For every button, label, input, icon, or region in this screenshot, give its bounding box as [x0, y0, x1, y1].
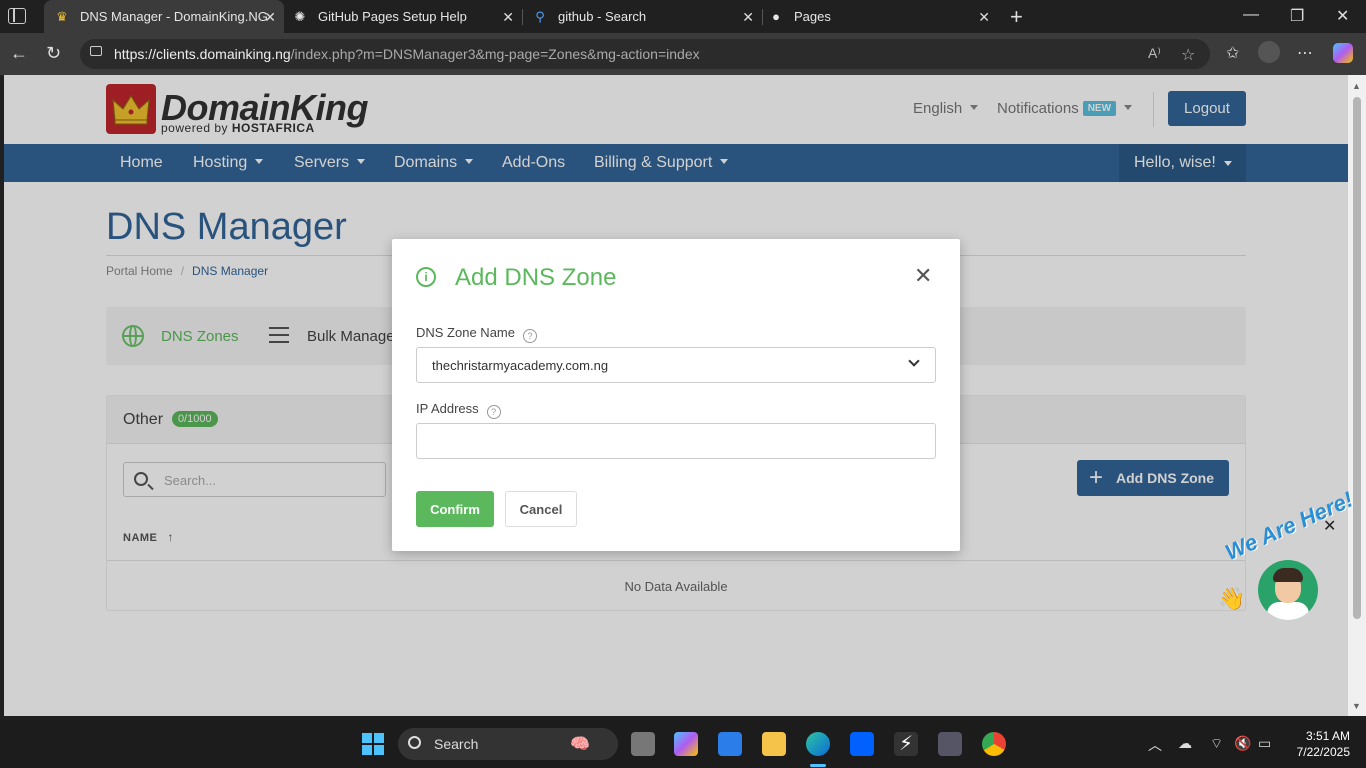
confirm-button[interactable]: Confirm [416, 491, 494, 527]
scroll-thumb[interactable] [1353, 97, 1361, 619]
new-tab-icon[interactable]: + [1010, 4, 1023, 30]
volume-icon[interactable]: 🔇 [1234, 735, 1251, 752]
github-icon: ● [772, 9, 780, 24]
favorite-star-icon[interactable]: ☆ [1181, 45, 1195, 65]
tab-title: Pages [794, 9, 831, 24]
taskbar-search[interactable]: Search 🧠 [398, 728, 618, 760]
zone-name-select[interactable]: thechristarmyacademy.com.ng [416, 347, 936, 383]
search-icon: ⚲ [535, 8, 545, 24]
page-scrollbar[interactable]: ▲ ▼ [1348, 75, 1366, 716]
more-menu-icon[interactable]: ⋯ [1297, 43, 1313, 63]
battery-icon[interactable]: ▭ [1258, 735, 1271, 752]
profile-avatar[interactable] [1258, 41, 1280, 63]
dropbox-icon[interactable] [850, 732, 874, 756]
window-close-icon[interactable]: ✕ [1336, 6, 1349, 26]
help-icon[interactable]: ? [486, 405, 501, 419]
system-clock[interactable]: 3:51 AM 7/22/2025 [1290, 728, 1350, 760]
close-tab-icon[interactable]: ✕ [502, 9, 514, 26]
url-text: https://clients.domainking.ng/index.php?… [114, 46, 700, 62]
chevron-down-icon [908, 355, 920, 367]
store-icon[interactable] [718, 732, 742, 756]
chrome-icon[interactable] [982, 732, 1006, 756]
add-dns-zone-modal: i Add DNS Zone ✕ DNS Zone Name? thechris… [392, 239, 960, 551]
edge-icon[interactable] [806, 732, 830, 756]
tray-chevron-icon[interactable]: ︿ [1148, 735, 1162, 755]
task-view-icon[interactable] [631, 732, 655, 756]
address-toolbar: ← ↻ https://clients.domainking.ng/index.… [0, 33, 1366, 75]
lock-icon [90, 46, 102, 56]
waving-hand-icon: 👋 [1218, 586, 1246, 611]
favorites-icon[interactable]: ✩ [1226, 43, 1239, 63]
snipping-tool-icon[interactable] [938, 732, 962, 756]
wifi-icon[interactable]: ⌔ [1210, 735, 1223, 753]
crown-icon: ♛ [56, 8, 68, 24]
zone-name-label: DNS Zone Name? [416, 325, 537, 343]
windows-start-icon[interactable] [362, 733, 384, 755]
chat-avatar[interactable] [1258, 560, 1318, 620]
close-tab-icon[interactable]: ✕ [742, 9, 754, 26]
cancel-button[interactable]: Cancel [505, 491, 577, 527]
ip-address-label: IP Address? [416, 401, 501, 419]
tab-title: DNS Manager - DomainKing.NG [80, 9, 268, 24]
ip-address-input[interactable] [416, 423, 936, 459]
file-explorer-icon[interactable] [762, 732, 786, 756]
read-aloud-icon[interactable]: A⁾ [1148, 45, 1161, 62]
tab-title: GitHub Pages Setup Help [318, 9, 467, 24]
tab-actions-icon[interactable] [8, 8, 26, 24]
tab-dns-manager[interactable]: ♛ DNS Manager - DomainKing.NG ✕ [44, 0, 284, 33]
close-icon[interactable]: ✕ [914, 265, 932, 287]
app-bolt-icon[interactable]: ⚡ [894, 732, 918, 756]
tab-github-pages-help[interactable]: ✺ GitHub Pages Setup Help ✕ [282, 0, 522, 33]
close-tab-icon[interactable]: ✕ [264, 9, 276, 26]
copilot-icon[interactable] [1333, 43, 1353, 63]
modal-title: Add DNS Zone [455, 264, 617, 291]
cloud-icon[interactable]: ☁ [1178, 735, 1192, 752]
search-icon [408, 736, 421, 749]
copilot-app-icon[interactable] [674, 732, 698, 756]
web-page: DomainKing powered by HOSTAFRICA English… [4, 75, 1348, 716]
zone-name-value: thechristarmyacademy.com.ng [432, 358, 609, 373]
search-highlight-icon: 🧠 [570, 736, 590, 753]
active-app-indicator [810, 764, 826, 767]
tab-pages[interactable]: ● Pages ✕ [758, 0, 998, 33]
refresh-icon[interactable]: ↻ [46, 43, 61, 64]
info-icon: i [416, 267, 436, 287]
scroll-down-icon[interactable]: ▼ [1352, 701, 1361, 711]
tab-title: github - Search [558, 9, 647, 24]
minimize-icon[interactable]: — [1243, 6, 1259, 24]
address-bar[interactable]: https://clients.domainking.ng/index.php?… [80, 39, 1210, 69]
scroll-up-icon[interactable]: ▲ [1352, 81, 1361, 91]
restore-icon[interactable]: ❐ [1290, 6, 1304, 26]
browser-tab-bar: ♛ DNS Manager - DomainKing.NG ✕ ✺ GitHub… [0, 0, 1366, 33]
help-icon[interactable]: ? [522, 329, 537, 343]
openai-icon: ✺ [294, 8, 306, 24]
close-tab-icon[interactable]: ✕ [978, 9, 990, 26]
windows-taskbar: Search 🧠 ⚡ ︿ ☁ ⌔ 🔇 ▭ 3:51 AM 7/22/2025 [0, 720, 1366, 768]
tab-github-search[interactable]: ⚲ github - Search ✕ [522, 0, 762, 33]
back-icon[interactable]: ← [10, 43, 28, 64]
